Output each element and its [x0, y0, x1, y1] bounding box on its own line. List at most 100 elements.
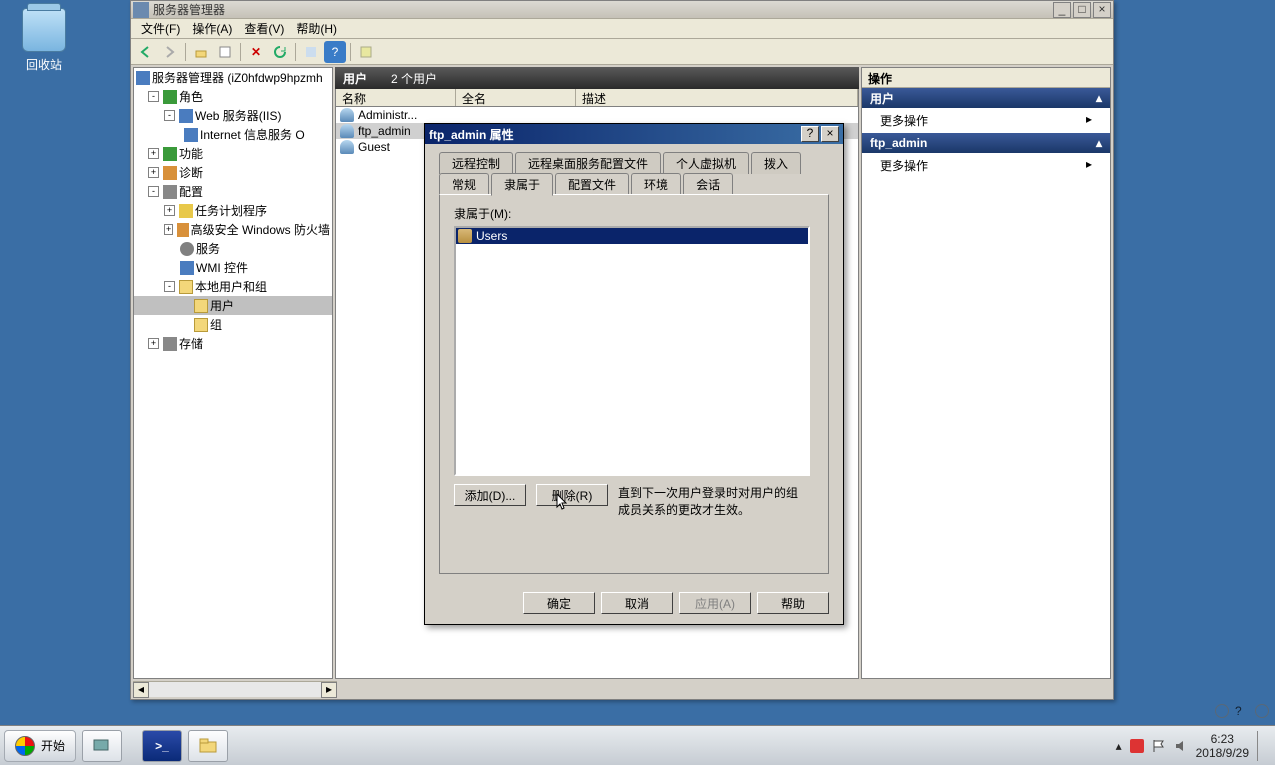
help-button[interactable]: ?: [324, 41, 346, 63]
tree-features[interactable]: +功能: [134, 144, 332, 163]
menu-action[interactable]: 操作(A): [186, 18, 238, 39]
menu-file[interactable]: 文件(F): [135, 18, 186, 39]
windows-orb-icon: [15, 736, 35, 756]
tree-groups[interactable]: 组: [134, 315, 332, 334]
tree-services[interactable]: 服务: [134, 239, 332, 258]
user-icon: [340, 140, 354, 154]
col-desc[interactable]: 描述: [576, 89, 858, 106]
dialog-close-button[interactable]: ×: [821, 126, 839, 142]
recycle-bin-label: 回收站: [14, 56, 74, 73]
dialog-footer: 确定 取消 应用(A) 帮助: [425, 584, 843, 624]
chevron-right-icon: ▸: [1086, 112, 1092, 129]
tree-panel[interactable]: 服务器管理器 (iZ0hfdwp9hpzmh -角色 -Web 服务器(IIS)…: [133, 67, 333, 679]
tab-rds-profile[interactable]: 远程桌面服务配置文件: [515, 152, 661, 174]
chevron-up-icon: ▴: [1096, 136, 1102, 150]
apply-button[interactable]: 应用(A): [679, 592, 751, 614]
tree-iis-info[interactable]: Internet 信息服务 O: [134, 125, 332, 144]
scroll-right-button[interactable]: ▸: [321, 682, 337, 698]
menu-view[interactable]: 查看(V): [238, 18, 290, 39]
export-button[interactable]: [300, 41, 322, 63]
tab-profile[interactable]: 配置文件: [555, 173, 629, 195]
tray-up-icon[interactable]: ▴: [1116, 739, 1122, 753]
tree-firewall[interactable]: +高级安全 Windows 防火墙: [134, 220, 332, 239]
up-button[interactable]: [190, 41, 212, 63]
tray-action-center-icon[interactable]: [1130, 739, 1144, 753]
extra-button[interactable]: [355, 41, 377, 63]
clock-time: 6:23: [1196, 732, 1249, 746]
tab-general[interactable]: 常规: [439, 173, 489, 195]
chevron-right-icon: ▸: [1086, 157, 1092, 174]
tab-remote-control[interactable]: 远程控制: [439, 152, 513, 174]
tree-users[interactable]: 用户: [134, 296, 332, 315]
properties-button[interactable]: [214, 41, 236, 63]
membership-note: 直到下一次用户登录时对用户的组成员关系的更改才生效。: [618, 484, 798, 518]
minimize-button[interactable]: _: [1053, 2, 1071, 18]
center-header: 用户 2 个用户: [335, 67, 859, 89]
clock-date: 2018/9/29: [1196, 746, 1249, 760]
actions-section-users[interactable]: 用户▴: [862, 88, 1110, 108]
user-row-administrator[interactable]: Administr...: [336, 107, 858, 123]
tab-memberof[interactable]: 隶属于: [491, 173, 553, 196]
tree-diagnostics[interactable]: +诊断: [134, 163, 332, 182]
properties-dialog: ftp_admin 属性 ? × 远程控制 远程桌面服务配置文件 个人虚拟机 拨…: [424, 123, 844, 625]
menu-help[interactable]: 帮助(H): [290, 18, 343, 39]
tab-dialin[interactable]: 拨入: [751, 152, 801, 174]
taskbar: 开始 >_ ▴ 6:23 2018/9/29: [0, 725, 1275, 765]
tray-clock[interactable]: 6:23 2018/9/29: [1196, 732, 1249, 760]
tab-personal-vm[interactable]: 个人虚拟机: [663, 152, 749, 174]
toolbar: ✕ ?: [131, 39, 1113, 65]
window-titlebar[interactable]: 服务器管理器 _ □ ×: [131, 1, 1113, 19]
tab-environment[interactable]: 环境: [631, 173, 681, 195]
taskbar-explorer[interactable]: [188, 730, 228, 762]
taskbar-powershell[interactable]: >_: [142, 730, 182, 762]
chevron-up-icon: ▴: [1096, 91, 1102, 105]
tree-local-users-groups[interactable]: -本地用户和组: [134, 277, 332, 296]
memberof-list[interactable]: Users: [454, 226, 810, 476]
refresh-button[interactable]: [269, 41, 291, 63]
start-button[interactable]: 开始: [4, 730, 76, 762]
system-tray[interactable]: ▴ 6:23 2018/9/29: [1116, 731, 1271, 761]
help-button[interactable]: 帮助: [757, 592, 829, 614]
actions-header: 操作: [862, 68, 1110, 88]
tree-root[interactable]: 服务器管理器 (iZ0hfdwp9hpzmh: [134, 68, 332, 87]
cancel-button[interactable]: 取消: [601, 592, 673, 614]
list-header[interactable]: 名称 全名 描述: [335, 89, 859, 107]
back-button[interactable]: [135, 41, 157, 63]
dialog-help-button[interactable]: ?: [801, 126, 819, 142]
actions-more-ftpadmin[interactable]: 更多操作▸: [862, 153, 1110, 178]
dialog-titlebar[interactable]: ftp_admin 属性 ? ×: [425, 124, 843, 144]
actions-panel: 操作 用户▴ 更多操作▸ ftp_admin▴ 更多操作▸: [861, 67, 1111, 679]
delete-button[interactable]: ✕: [245, 41, 267, 63]
col-name[interactable]: 名称: [336, 89, 456, 106]
forward-button[interactable]: [159, 41, 181, 63]
ok-button[interactable]: 确定: [523, 592, 595, 614]
taskbar-server-manager[interactable]: [82, 730, 122, 762]
tree-wmi[interactable]: WMI 控件: [134, 258, 332, 277]
tree-roles[interactable]: -角色: [134, 87, 332, 106]
recycle-bin[interactable]: 回收站: [14, 8, 74, 73]
menu-bar: 文件(F) 操作(A) 查看(V) 帮助(H): [131, 19, 1113, 39]
tray-volume-icon[interactable]: [1174, 739, 1188, 753]
tree-web-iis[interactable]: -Web 服务器(IIS): [134, 106, 332, 125]
group-icon: [458, 229, 472, 243]
window-title: 服务器管理器: [153, 1, 225, 18]
actions-section-ftpadmin[interactable]: ftp_admin▴: [862, 133, 1110, 153]
user-icon: [340, 124, 354, 138]
tray-flag-icon[interactable]: [1152, 739, 1166, 753]
memberof-item-users[interactable]: Users: [456, 228, 808, 244]
tree-storage[interactable]: +存储: [134, 334, 332, 353]
maximize-button[interactable]: □: [1073, 2, 1091, 18]
tray-extra-icons: ?: [1215, 704, 1269, 718]
scroll-left-button[interactable]: ◂: [133, 682, 149, 698]
tree-hscroll[interactable]: ◂ ▸: [133, 681, 337, 697]
tab-page-memberof: 隶属于(M): Users 添加(D)... 删除(R) 直到下一次用户登录时对…: [439, 194, 829, 574]
show-desktop-button[interactable]: [1257, 731, 1265, 761]
actions-more-users[interactable]: 更多操作▸: [862, 108, 1110, 133]
tree-configuration[interactable]: -配置: [134, 182, 332, 201]
close-button[interactable]: ×: [1093, 2, 1111, 18]
tab-sessions[interactable]: 会话: [683, 173, 733, 195]
tree-task-scheduler[interactable]: +任务计划程序: [134, 201, 332, 220]
col-fullname[interactable]: 全名: [456, 89, 576, 106]
add-button[interactable]: 添加(D)...: [454, 484, 526, 506]
remove-button[interactable]: 删除(R): [536, 484, 608, 506]
